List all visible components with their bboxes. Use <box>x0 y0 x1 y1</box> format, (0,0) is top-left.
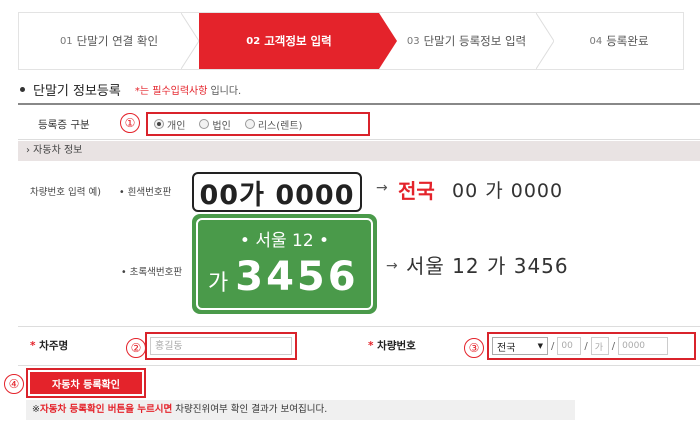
white-plate-example: 00가 0000 <box>192 172 362 212</box>
step-badge-4: ④ <box>4 374 24 394</box>
section-title-row: 단말기 정보등록 *는 필수입력사항 입니다. <box>20 80 241 99</box>
section-divider <box>18 103 700 105</box>
step-2-number: 02 <box>246 35 261 47</box>
step-badge-1: ① <box>120 113 140 133</box>
arrow-icon: → <box>376 180 388 196</box>
green-result: 서울 12 가 3456 <box>406 254 569 278</box>
owner-vehicle-row: * 차주명 ② 홍길동 * 차량번호 ③ 전국 ▼ / 00 / 가 / 0000 <box>18 326 700 366</box>
bullet-icon <box>20 87 25 92</box>
section-title: 단말기 정보등록 <box>33 84 121 99</box>
radio-corporate[interactable]: 법인 <box>199 117 231 132</box>
owner-input-highlight: 홍길동 <box>145 332 297 360</box>
radio-lease[interactable]: 리스(렌트) <box>244 117 303 132</box>
separator: / <box>611 340 616 352</box>
green-plate-ga: 가 <box>208 271 232 296</box>
radio-corporate-label: 법인 <box>212 120 231 132</box>
car-number-part1-input[interactable]: 00 <box>557 337 582 355</box>
step-4: 04 등록완료 <box>554 13 684 69</box>
owner-label: * 차주명 <box>30 340 69 352</box>
step-3: 03 단말기 등록정보 입력 <box>379 13 554 69</box>
step-separator-icon <box>536 13 554 69</box>
step-1-number: 01 <box>59 35 73 47</box>
step-1: 01 단말기 연결 확인 <box>19 13 199 69</box>
step-3-number: 03 <box>406 35 420 47</box>
required-note-suffix: 입니다. <box>210 86 242 97</box>
arrow-icon: → <box>386 258 398 274</box>
step-2-label: 고객정보 입력 <box>264 34 332 48</box>
car-number-part2-input[interactable]: 0000 <box>618 337 669 355</box>
registration-type-row: 등록증 구분 ① 개인 법인 리스(렌트) <box>18 106 700 140</box>
step-1-label: 단말기 연결 확인 <box>76 34 159 48</box>
radio-checked-icon[interactable] <box>154 119 164 129</box>
step-4-number: 04 <box>589 35 603 47</box>
required-note: *는 필수입력사항 <box>134 86 208 97</box>
region-select[interactable]: 전국 ▼ <box>492 337 548 355</box>
step-4-label: 등록완료 <box>606 34 649 48</box>
car-number-label: * 차량번호 <box>368 340 416 352</box>
green-plate-bottom: 가 3456 <box>208 254 359 300</box>
vehicle-confirm-button[interactable]: 자동차 등록확인 <box>30 372 142 394</box>
example-intro: 차량번호 입력 예) <box>30 187 101 198</box>
step-badge-3: ③ <box>464 338 484 358</box>
separator: / <box>584 340 588 352</box>
green-plate-example: • 서울 12 • 가 3456 <box>192 214 377 314</box>
step-3-label: 단말기 등록정보 입력 <box>423 34 527 48</box>
radio-unchecked-icon[interactable] <box>244 119 255 129</box>
car-number-ga-input[interactable]: 가 <box>590 337 609 355</box>
separator: / <box>551 340 555 352</box>
radio-individual-label: 개인 <box>167 120 186 132</box>
confirm-notice: ※자동차 등록확인 버튼을 누르시면 차량진위여부 확인 결과가 보여집니다. <box>26 400 575 420</box>
white-result-prefix: 전국 <box>398 179 435 203</box>
car-number-highlight: 전국 ▼ / 00 / 가 / 0000 <box>487 332 696 360</box>
step-separator-icon <box>181 13 199 69</box>
radio-unchecked-icon[interactable] <box>199 119 210 129</box>
step-progress-bar: 01 단말기 연결 확인 02 고객정보 입력 03 단말기 등록정보 입력 04 등록… <box>18 12 684 70</box>
confirm-button-highlight: 자동차 등록확인 <box>26 368 146 398</box>
white-result-rest: 00 가 0000 <box>452 180 564 202</box>
green-plate-top: • 서울 12 • <box>239 231 330 251</box>
registration-type-label: 등록증 구분 <box>38 119 90 131</box>
owner-name-input[interactable]: 홍길동 <box>150 337 292 355</box>
white-plate-label: • 흰색번호판 <box>119 187 172 198</box>
radio-individual[interactable]: 개인 <box>154 117 185 132</box>
step-badge-2: ② <box>126 338 146 358</box>
registration-type-radio-group: 개인 법인 리스(렌트) <box>146 112 370 136</box>
chevron-down-icon: ▼ <box>537 342 543 350</box>
region-select-value: 전국 <box>497 342 516 354</box>
vehicle-info-band: › 자동차 정보 <box>18 141 700 161</box>
step-2-active: 02 고객정보 입력 <box>199 13 397 69</box>
green-plate-label: • 초록색번호판 <box>121 267 183 278</box>
green-plate-number: 3456 <box>235 254 359 300</box>
radio-lease-label: 리스(렌트) <box>257 120 303 132</box>
